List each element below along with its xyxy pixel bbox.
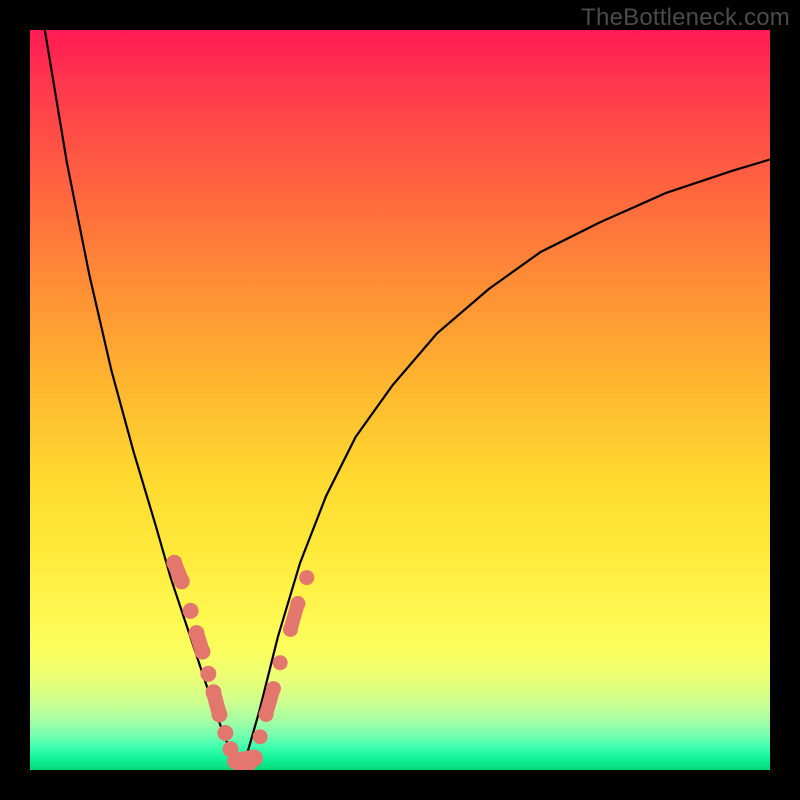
plot-area	[30, 30, 770, 770]
marker-dot	[189, 625, 205, 641]
watermark-text: TheBottleneck.com	[581, 4, 790, 32]
marker-dot	[299, 570, 314, 585]
marker-dot	[217, 725, 233, 741]
outer-frame: TheBottleneck.com	[0, 0, 800, 800]
marker-dot	[273, 655, 288, 670]
right-curve	[245, 160, 770, 763]
marker-dot	[253, 729, 268, 744]
marker-dot	[194, 644, 210, 660]
marker-dot	[183, 603, 199, 619]
marker-dot	[283, 622, 298, 637]
marker-dot	[200, 666, 216, 682]
marker-dot	[206, 684, 222, 700]
marker-dot	[259, 707, 274, 722]
marker-dot	[246, 750, 263, 767]
chart-svg	[30, 30, 770, 770]
marker-dot	[166, 555, 182, 571]
marker-dot	[266, 681, 281, 696]
marker-dot	[174, 573, 190, 589]
marker-dot	[211, 707, 227, 723]
marker-dot	[290, 596, 305, 611]
